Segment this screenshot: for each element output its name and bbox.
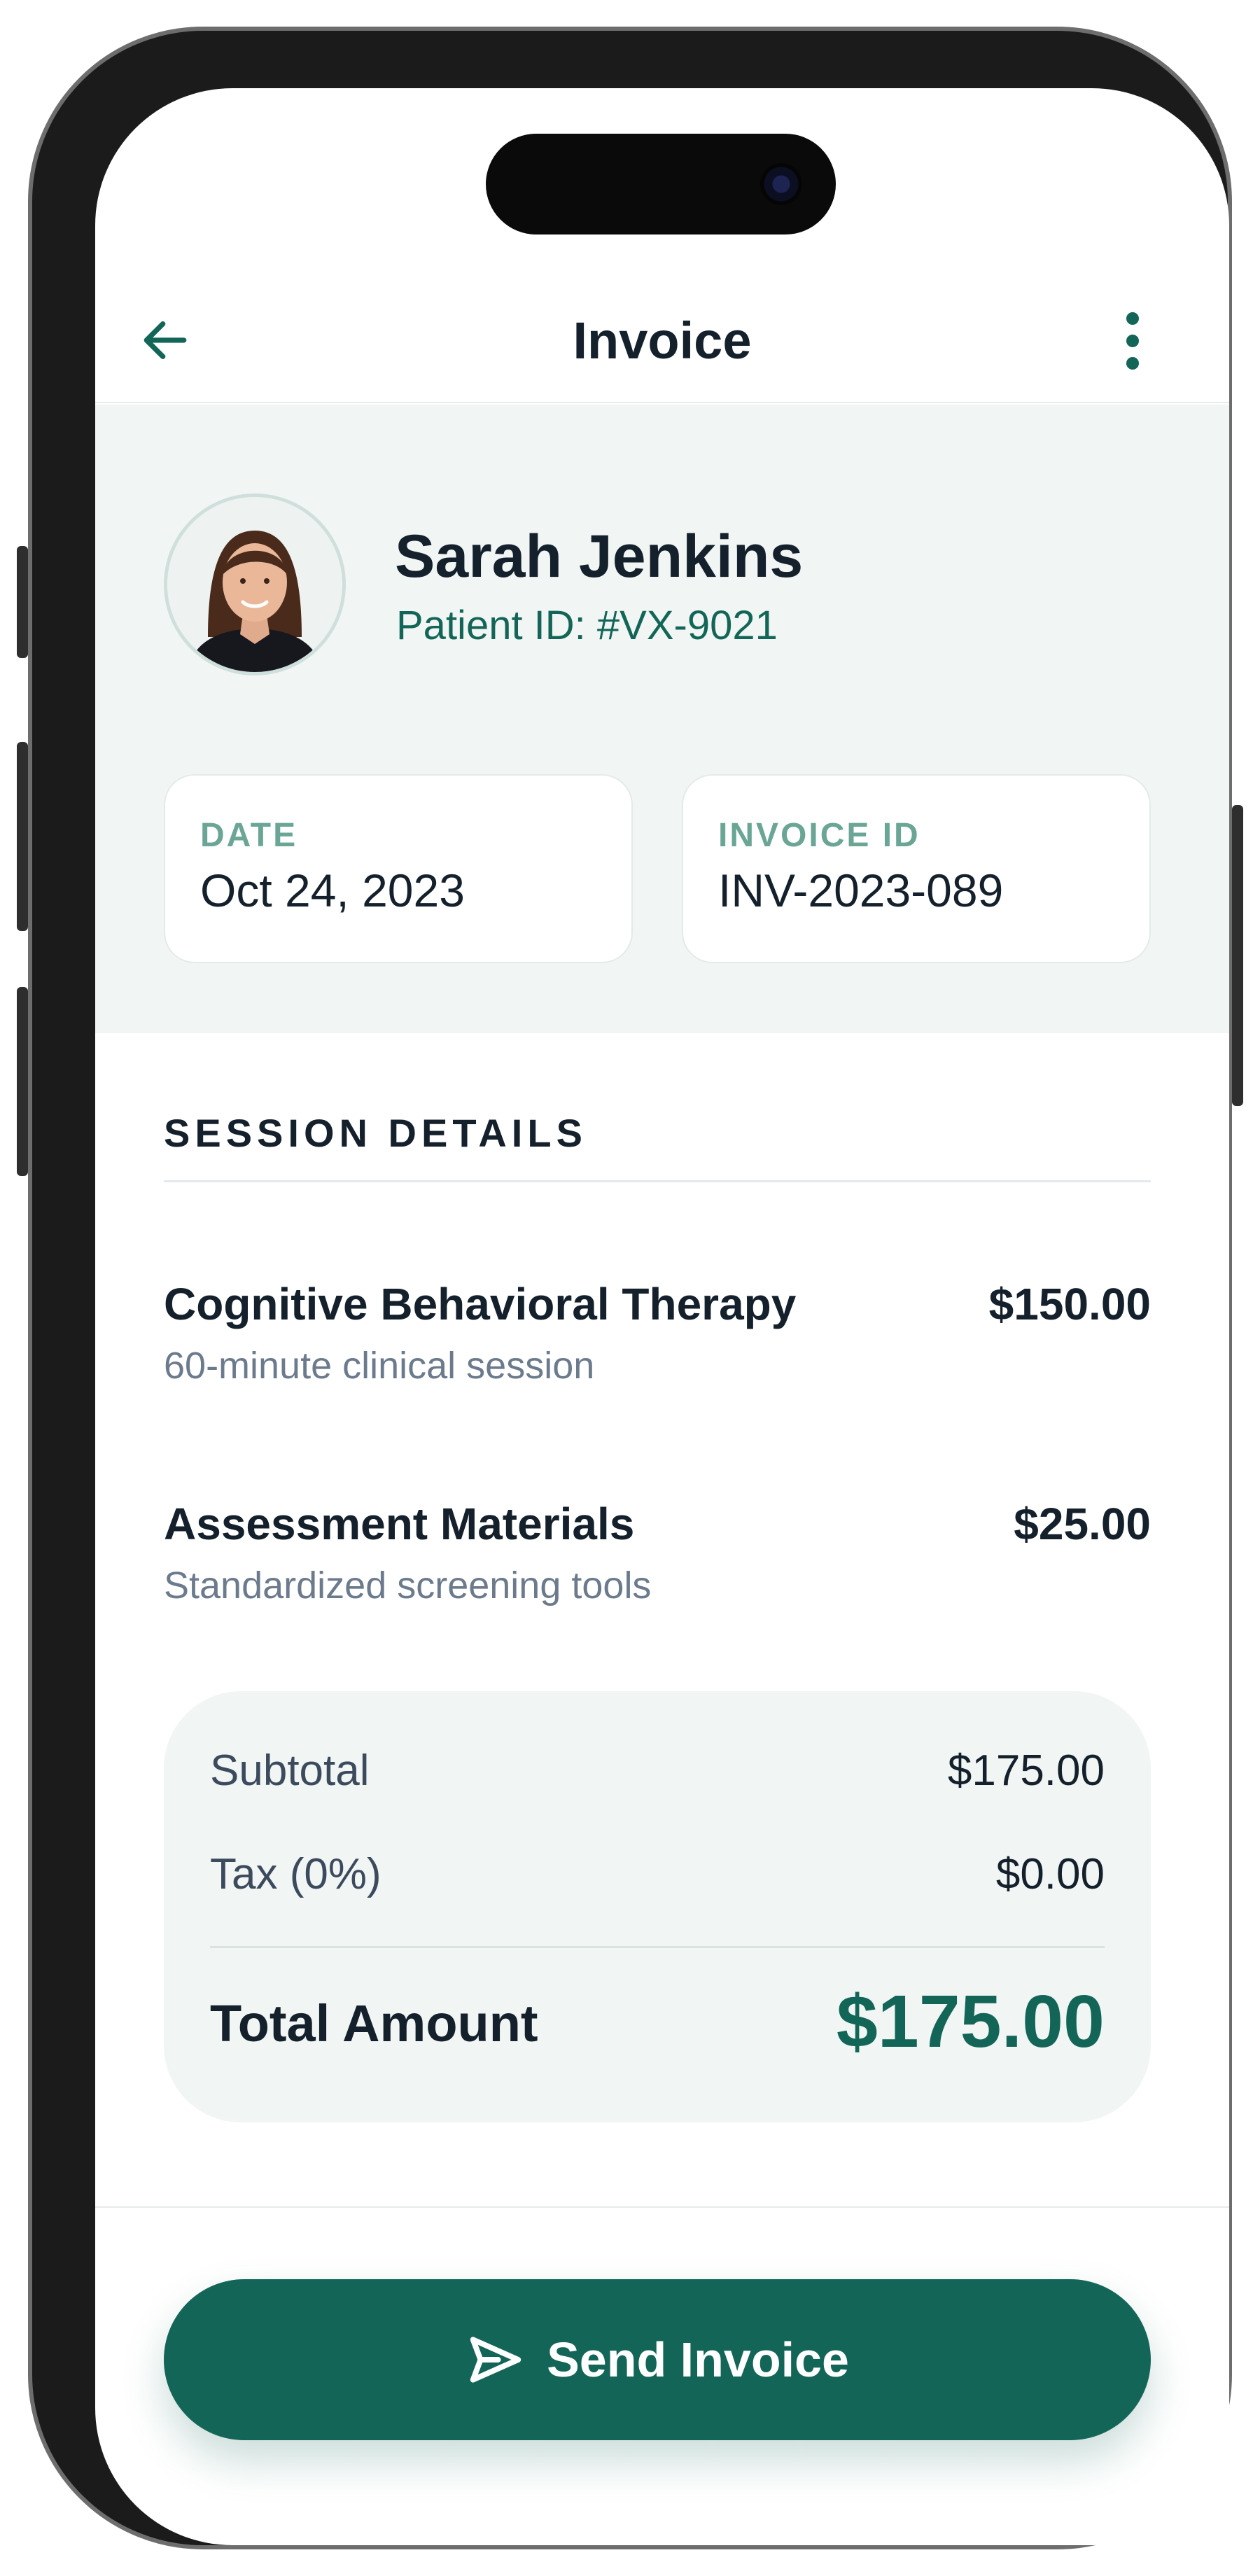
line-item: Assessment Materials Standardized screen…	[164, 1498, 1151, 1638]
tax-value: $0.00	[995, 1850, 1105, 1898]
power-button	[1232, 805, 1243, 1106]
send-icon	[470, 2337, 522, 2383]
total-amount-value: $175.00	[836, 1980, 1105, 2063]
line-item-price: $25.00	[1014, 1499, 1151, 1549]
totals-summary: Subtotal $175.00 Tax (0%) $0.00 Total Am…	[164, 1691, 1151, 2122]
date-value: Oct 24, 2023	[200, 864, 465, 916]
top-app-bar: Invoice	[95, 249, 1229, 403]
tax-label: Tax (0%)	[210, 1850, 382, 1898]
patient-summary-panel: Sarah Jenkins Patient ID: #VX-9021 DATE …	[95, 405, 1229, 1033]
invoice-id-value: INV-2023-089	[718, 864, 1004, 916]
line-item-description: Standardized screening tools	[164, 1564, 652, 1606]
phone-frame: Invoice Sarah Jenkins Patient ID: #VX-90…	[28, 27, 1232, 2549]
volume-up-button	[17, 742, 28, 931]
send-invoice-button-content: Send Invoice	[164, 2279, 1151, 2440]
line-item-description: 60-minute clinical session	[164, 1345, 595, 1387]
footer-divider	[95, 2206, 1229, 2208]
dynamic-island	[486, 134, 836, 234]
avatar[interactable]	[164, 493, 346, 676]
send-invoice-button[interactable]: Send Invoice	[164, 2279, 1151, 2440]
camera-icon	[760, 163, 802, 205]
patient-id: Patient ID: #VX-9021	[396, 603, 778, 648]
volume-down-button	[17, 987, 28, 1176]
invoice-id-card: INVOICE ID INV-2023-089	[682, 774, 1151, 963]
line-item-price: $150.00	[988, 1279, 1151, 1329]
line-item: Cognitive Behavioral Therapy 60-minute c…	[164, 1278, 1151, 1418]
send-invoice-label: Send Invoice	[547, 2332, 849, 2387]
date-label: DATE	[200, 817, 298, 854]
subtotal-value: $175.00	[947, 1746, 1105, 1795]
avatar-photo	[167, 497, 342, 672]
invoice-id-label: INVOICE ID	[718, 817, 920, 854]
line-item-name: Cognitive Behavioral Therapy	[164, 1279, 797, 1329]
subtotal-label: Subtotal	[210, 1746, 370, 1795]
app-screen: Invoice Sarah Jenkins Patient ID: #VX-90…	[95, 88, 1229, 2545]
date-card: DATE Oct 24, 2023	[164, 774, 633, 963]
section-title-session-details: SESSION DETAILS	[164, 1111, 587, 1155]
total-amount-label: Total Amount	[210, 1994, 538, 2052]
line-item-name: Assessment Materials	[164, 1499, 635, 1549]
divider	[210, 1946, 1105, 1948]
more-vertical-icon-dot	[1126, 335, 1139, 347]
more-vertical-icon	[1126, 312, 1139, 325]
divider	[164, 1180, 1151, 1182]
patient-name: Sarah Jenkins	[395, 523, 804, 590]
more-vertical-icon-dot	[1126, 357, 1139, 370]
page-title: Invoice	[573, 312, 752, 370]
action-button	[17, 546, 28, 658]
more-options-button[interactable]	[1119, 309, 1147, 372]
